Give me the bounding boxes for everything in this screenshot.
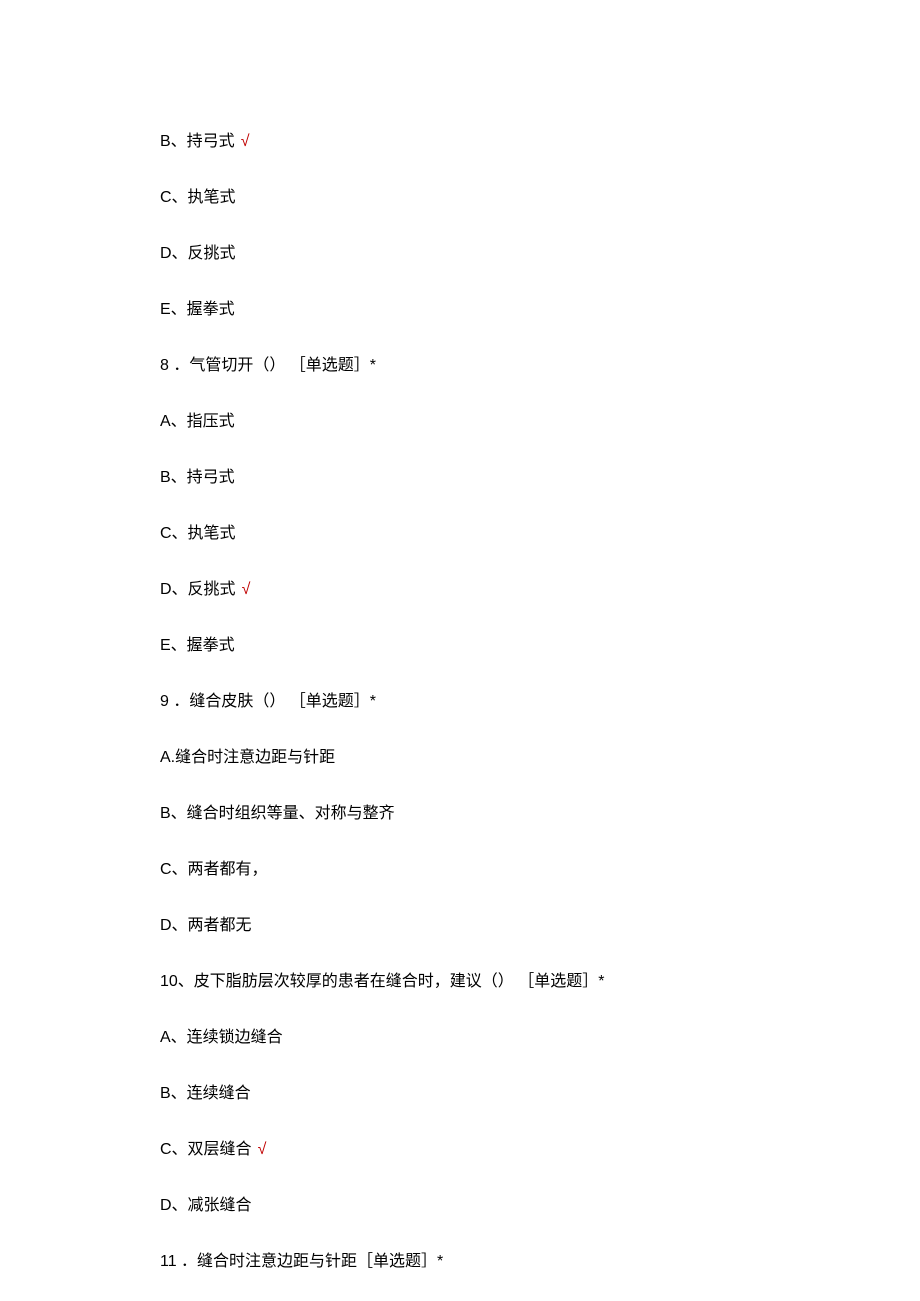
line-text: C、执笔式 — [160, 522, 236, 546]
line-text: E、握拳式 — [160, 634, 235, 658]
checkmark-icon: √ — [242, 578, 251, 602]
line-text: 9 ．缝合皮肤（） ［单选题］* — [160, 690, 376, 714]
document-line: D、减张缝合 — [160, 1194, 760, 1218]
document-line: E、握拳式 — [160, 634, 760, 658]
document-line: B、持弓式√ — [160, 130, 760, 154]
document-line: B、持弓式 — [160, 466, 760, 490]
line-text: 11 ．缝合时注意边距与针距［单选题］* — [160, 1250, 443, 1274]
line-text: B、缝合时组织等量、对称与整齐 — [160, 802, 395, 826]
document-line: C、执笔式 — [160, 186, 760, 210]
document-line: 8 ．气管切开（） ［单选题］* — [160, 354, 760, 378]
checkmark-icon: √ — [241, 130, 250, 154]
document-content: B、持弓式√C、执笔式D、反挑式E、握拳式8 ．气管切开（） ［单选题］*A、指… — [160, 130, 760, 1274]
document-line: 9 ．缝合皮肤（） ［单选题］* — [160, 690, 760, 714]
checkmark-icon: √ — [258, 1138, 267, 1162]
document-line: D、反挑式 — [160, 242, 760, 266]
document-line: E、握拳式 — [160, 298, 760, 322]
document-line: B、连续缝合 — [160, 1082, 760, 1106]
document-line: D、两者都无 — [160, 914, 760, 938]
line-text: D、两者都无 — [160, 914, 252, 938]
line-text: E、握拳式 — [160, 298, 235, 322]
line-text: A、连续锁边缝合 — [160, 1026, 283, 1050]
document-line: A、连续锁边缝合 — [160, 1026, 760, 1050]
document-line: A.缝合时注意边距与针距 — [160, 746, 760, 770]
document-line: B、缝合时组织等量、对称与整齐 — [160, 802, 760, 826]
line-text: D、反挑式 — [160, 242, 236, 266]
document-line: C、双层缝合√ — [160, 1138, 760, 1162]
document-line: D、反挑式√ — [160, 578, 760, 602]
line-text: A.缝合时注意边距与针距 — [160, 746, 335, 770]
line-text: C、两者都有， — [160, 858, 268, 882]
line-text: C、双层缝合 — [160, 1138, 252, 1162]
document-line: 10、皮下脂肪层次较厚的患者在缝合时，建议（） ［单选题］* — [160, 970, 760, 994]
document-line: C、执笔式 — [160, 522, 760, 546]
line-text: D、反挑式 — [160, 578, 236, 602]
line-text: 8 ．气管切开（） ［单选题］* — [160, 354, 376, 378]
line-text: D、减张缝合 — [160, 1194, 252, 1218]
line-text: 10、皮下脂肪层次较厚的患者在缝合时，建议（） ［单选题］* — [160, 970, 604, 994]
line-text: C、执笔式 — [160, 186, 236, 210]
line-text: B、连续缝合 — [160, 1082, 251, 1106]
line-text: A、指压式 — [160, 410, 235, 434]
line-text: B、持弓式 — [160, 466, 235, 490]
document-line: C、两者都有， — [160, 858, 760, 882]
document-line: 11 ．缝合时注意边距与针距［单选题］* — [160, 1250, 760, 1274]
line-text: B、持弓式 — [160, 130, 235, 154]
document-line: A、指压式 — [160, 410, 760, 434]
